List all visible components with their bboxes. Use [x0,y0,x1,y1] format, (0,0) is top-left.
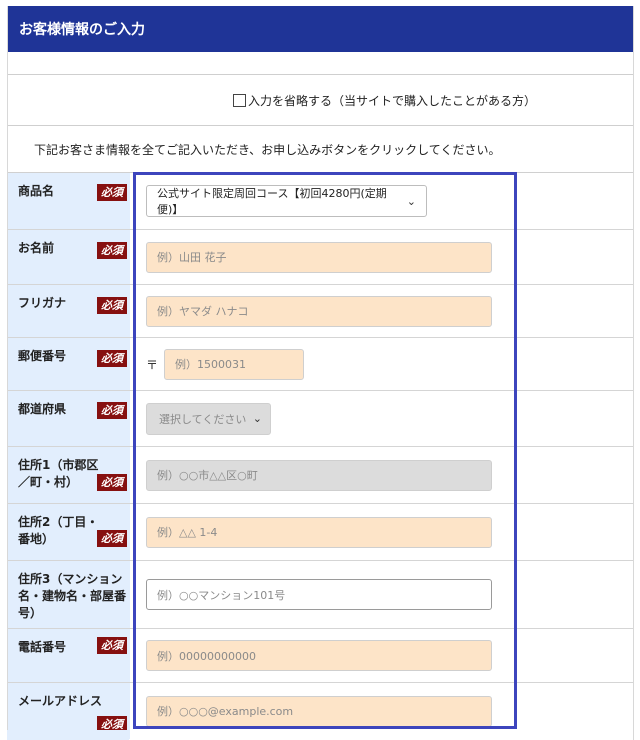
label-cell-pref: 都道府県 必須 [8,391,130,446]
required-badge: 必須 [97,242,127,259]
chevron-down-icon: ⌄ [252,412,262,425]
row-addr2: 住所2（丁目・番地） 必須 例）△△ 1-4 [8,504,633,561]
label-cell-tel: 電話番号 必須 [8,629,130,682]
field-cell-kana: 例）ヤマダ ハナコ [130,285,633,337]
phone-input[interactable]: 例）00000000000 [146,640,492,671]
label-cell-product: 商品名 必須 [8,173,130,229]
row-name: お名前 必須 例）山田 花子 [8,230,633,285]
spacer [8,52,633,74]
required-badge: 必須 [97,350,127,367]
postal-mark: 〒 [146,357,159,372]
field-cell-addr2: 例）△△ 1-4 [130,504,633,560]
skip-input-checkbox[interactable] [232,93,246,107]
address2-placeholder: 例）△△ 1-4 [157,526,218,539]
label-cell-addr1: 住所1（市郡区／町・村） 必須 [8,447,130,503]
prefecture-select[interactable]: 選択してください ⌄ [146,402,271,435]
label-cell-name: お名前 必須 [8,230,130,284]
label-cell-postal: 郵便番号 必須 [8,338,130,390]
field-cell-addr3: 例）○○マンション101号 [130,561,633,628]
section-header: お客様情報のご入力 [8,6,633,52]
name-placeholder: 例）山田 花子 [157,251,227,264]
email-placeholder: 例）○○○@example.com [157,705,294,718]
label-addr2: 住所2（丁目・番地） [18,515,99,546]
row-addr1: 住所1（市郡区／町・村） 必須 例）○○市△△区○町 [8,447,633,504]
address2-input[interactable]: 例）△△ 1-4 [146,516,492,548]
required-badge: 必須 [97,402,127,419]
label-addr1: 住所1（市郡区／町・村） [18,458,99,489]
required-badge: 必須 [97,474,127,491]
phone-placeholder: 例）00000000000 [157,649,256,663]
label-email: メールアドレス [18,694,103,708]
postal-placeholder: 例）1500031 [175,358,247,371]
instruction-text: 下記お客さま情報を全てご記入いただき、お申し込みボタンをクリックしてください。 [8,126,633,173]
skip-input-box: 入力を省略する（当サイトで購入したことがある方） [8,74,633,126]
row-kana: フリガナ 必須 例）ヤマダ ハナコ [8,285,633,338]
field-cell-postal: 〒 例）1500031 [130,338,633,390]
field-cell-pref: 選択してください ⌄ [130,391,633,446]
label-addr3: 住所3（マンション名・建物名・部屋番号） [18,572,127,620]
label-cell-addr3: 住所3（マンション名・建物名・部屋番号） [8,561,130,628]
label-cell-next [7,730,129,740]
label-tel: 電話番号 [18,640,67,654]
required-badge: 必須 [97,184,127,201]
row-addr3: 住所3（マンション名・建物名・部屋番号） 例）○○マンション101号 [8,561,633,629]
label-product: 商品名 [18,184,55,198]
row-product: 商品名 必須 公式サイト限定周回コース【初回4280円(定期便)】 ⌄ [8,173,633,230]
address3-input[interactable]: 例）○○マンション101号 [146,579,492,610]
customer-info-form: お客様情報のご入力 入力を省略する（当サイトで購入したことがある方） 下記お客さ… [7,6,634,740]
product-select[interactable]: 公式サイト限定周回コース【初回4280円(定期便)】 ⌄ [146,185,427,217]
required-badge: 必須 [97,297,127,314]
name-input[interactable]: 例）山田 花子 [146,241,492,273]
kana-placeholder: 例）ヤマダ ハナコ [157,305,249,318]
prefecture-select-value: 選択してください [159,412,247,426]
skip-input-label: 入力を省略する（当サイトで購入したことがある方） [247,93,536,108]
address1-placeholder: 例）○○市△△区○町 [157,469,258,482]
label-cell-addr2: 住所2（丁目・番地） 必須 [8,504,130,560]
field-cell-email: 例）○○○@example.com [130,683,633,739]
label-kana: フリガナ [18,296,67,310]
field-cell-product: 公式サイト限定周回コース【初回4280円(定期便)】 ⌄ [130,173,633,229]
row-pref: 都道府県 必須 選択してください ⌄ [8,391,633,447]
field-cell-addr1: 例）○○市△△区○町 [130,447,633,503]
product-select-value: 公式サイト限定周回コース【初回4280円(定期便)】 [157,187,387,216]
postal-input[interactable]: 例）1500031 [164,348,305,380]
chevron-down-icon: ⌄ [406,194,416,208]
row-postal: 郵便番号 必須 〒 例）1500031 [8,338,633,391]
field-cell-name: 例）山田 花子 [130,230,633,284]
email-input[interactable]: 例）○○○@example.com [146,695,492,727]
label-postal: 郵便番号 [18,349,67,363]
row-tel: 電話番号 必須 例）00000000000 [8,629,633,683]
label-name: お名前 [18,241,55,255]
required-badge: 必須 [97,530,127,547]
skip-input-option[interactable]: 入力を省略する（当サイトで購入したことがある方） [232,92,536,109]
address3-placeholder: 例）○○マンション101号 [157,588,286,602]
kana-input[interactable]: 例）ヤマダ ハナコ [146,295,492,327]
required-badge: 必須 [97,637,127,654]
section-title: お客様情報のご入力 [19,22,145,38]
label-pref: 都道府県 [18,402,67,416]
label-cell-kana: フリガナ 必須 [8,285,130,337]
address1-input[interactable]: 例）○○市△△区○町 [146,459,492,491]
field-cell-tel: 例）00000000000 [130,629,633,682]
